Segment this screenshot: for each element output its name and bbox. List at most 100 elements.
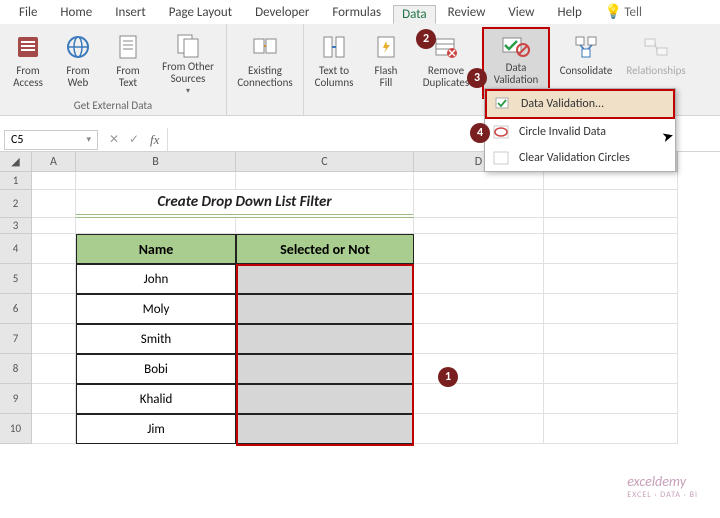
selected-cell[interactable] xyxy=(236,384,414,414)
tab-formulas[interactable]: Formulas xyxy=(321,1,392,24)
cell[interactable] xyxy=(76,218,236,234)
cell[interactable] xyxy=(544,414,678,444)
row-header[interactable]: 7 xyxy=(0,324,32,354)
cell[interactable] xyxy=(32,354,76,384)
cell[interactable] xyxy=(414,354,544,384)
row-header[interactable]: 6 xyxy=(0,294,32,324)
row-header[interactable]: 8 xyxy=(0,354,32,384)
tab-pagelayout[interactable]: Page Layout xyxy=(158,1,243,24)
menu-item-clear-circles[interactable]: Clear Validation Circles xyxy=(485,145,675,171)
cell[interactable] xyxy=(32,414,76,444)
cell[interactable] xyxy=(236,218,414,234)
cell[interactable] xyxy=(32,190,76,218)
cell[interactable] xyxy=(414,414,544,444)
bulb-icon: 💡 xyxy=(605,3,622,20)
title-cell[interactable]: Create Drop Down List Filter xyxy=(76,190,414,218)
row-header[interactable]: 3 xyxy=(0,218,32,234)
cell[interactable] xyxy=(76,172,236,190)
col-header-a[interactable]: A xyxy=(32,152,76,172)
selected-cell[interactable] xyxy=(236,414,414,444)
tab-tellme[interactable]: 💡Tell xyxy=(594,0,653,24)
from-web-icon xyxy=(62,31,94,63)
cell[interactable] xyxy=(414,172,544,190)
cell[interactable] xyxy=(414,324,544,354)
data-validation-menu: Data Validation... Circle Invalid Data C… xyxy=(484,88,676,172)
cell[interactable] xyxy=(414,384,544,414)
tab-view[interactable]: View xyxy=(497,1,545,24)
circle-invalid-icon xyxy=(493,124,511,140)
tab-review[interactable]: Review xyxy=(437,1,497,24)
tab-data[interactable]: Data xyxy=(393,5,436,24)
callout-badge-2: 2 xyxy=(416,29,436,49)
cell[interactable] xyxy=(32,218,76,234)
tab-help[interactable]: Help xyxy=(546,1,592,24)
from-access-button[interactable]: From Access xyxy=(4,27,52,99)
name-cell[interactable]: Smith xyxy=(76,324,236,354)
tab-developer[interactable]: Developer xyxy=(244,1,320,24)
selected-cell[interactable] xyxy=(236,324,414,354)
chevron-down-icon: ▾ xyxy=(186,86,190,96)
row-header[interactable]: 9 xyxy=(0,384,32,414)
header-name[interactable]: Name xyxy=(76,234,236,264)
cell[interactable] xyxy=(32,384,76,414)
name-cell[interactable]: Jim xyxy=(76,414,236,444)
cell[interactable] xyxy=(544,172,678,190)
existing-connections-button[interactable]: Existing Connections xyxy=(231,27,299,99)
flash-fill-button[interactable]: Flash Fill xyxy=(362,27,410,99)
cell[interactable] xyxy=(544,218,678,234)
row-header[interactable]: 2 xyxy=(0,190,32,218)
cell[interactable] xyxy=(414,294,544,324)
from-other-icon xyxy=(172,31,204,59)
cell[interactable] xyxy=(414,264,544,294)
cell[interactable] xyxy=(32,324,76,354)
select-all-corner[interactable]: ◢ xyxy=(0,152,32,172)
selected-cell[interactable] xyxy=(236,264,414,294)
name-cell[interactable]: John xyxy=(76,264,236,294)
name-cell[interactable]: Khalid xyxy=(76,384,236,414)
col-header-c[interactable]: C xyxy=(236,152,414,172)
from-web-button[interactable]: From Web xyxy=(54,27,102,99)
name-box[interactable]: C5▾ xyxy=(4,130,98,150)
cell[interactable] xyxy=(544,294,678,324)
tab-insert[interactable]: Insert xyxy=(104,1,157,24)
enter-formula-icon: ✓ xyxy=(124,132,144,147)
chevron-down-icon: ▾ xyxy=(86,134,91,145)
from-text-button[interactable]: From Text xyxy=(104,27,152,99)
cell[interactable] xyxy=(414,234,544,264)
from-other-sources-button[interactable]: From Other Sources ▾ xyxy=(154,27,222,99)
header-selected[interactable]: Selected or Not xyxy=(236,234,414,264)
cell[interactable] xyxy=(414,190,544,218)
relationships-icon xyxy=(640,31,672,63)
cell[interactable] xyxy=(32,264,76,294)
cell[interactable] xyxy=(32,294,76,324)
cell[interactable] xyxy=(236,172,414,190)
row-header[interactable]: 4 xyxy=(0,234,32,264)
row-header[interactable]: 5 xyxy=(0,264,32,294)
cancel-formula-icon: ✕ xyxy=(104,132,124,147)
cell[interactable] xyxy=(414,218,544,234)
cell[interactable] xyxy=(32,172,76,190)
cell[interactable] xyxy=(544,264,678,294)
data-validation-icon xyxy=(500,32,532,60)
tab-home[interactable]: Home xyxy=(49,1,103,24)
menu-item-circle-invalid[interactable]: Circle Invalid Data xyxy=(485,119,675,145)
cell[interactable] xyxy=(544,324,678,354)
clear-circles-icon xyxy=(493,150,511,166)
cell[interactable] xyxy=(544,190,678,218)
row-header[interactable]: 1 xyxy=(0,172,32,190)
cell[interactable] xyxy=(544,234,678,264)
fx-icon[interactable]: fx xyxy=(150,132,159,148)
row-header[interactable]: 10 xyxy=(0,414,32,444)
menu-item-data-validation[interactable]: Data Validation... xyxy=(485,89,675,119)
col-header-b[interactable]: B xyxy=(76,152,236,172)
name-cell[interactable]: Bobi xyxy=(76,354,236,384)
selected-cell[interactable] xyxy=(236,354,414,384)
cell[interactable] xyxy=(544,354,678,384)
tab-file[interactable]: File xyxy=(8,1,48,24)
cell[interactable] xyxy=(32,234,76,264)
cell[interactable] xyxy=(544,384,678,414)
name-cell[interactable]: Moly xyxy=(76,294,236,324)
selected-cell[interactable] xyxy=(236,294,414,324)
text-to-columns-button[interactable]: Text to Columns xyxy=(308,27,360,99)
callout-badge-3: 3 xyxy=(467,68,487,88)
